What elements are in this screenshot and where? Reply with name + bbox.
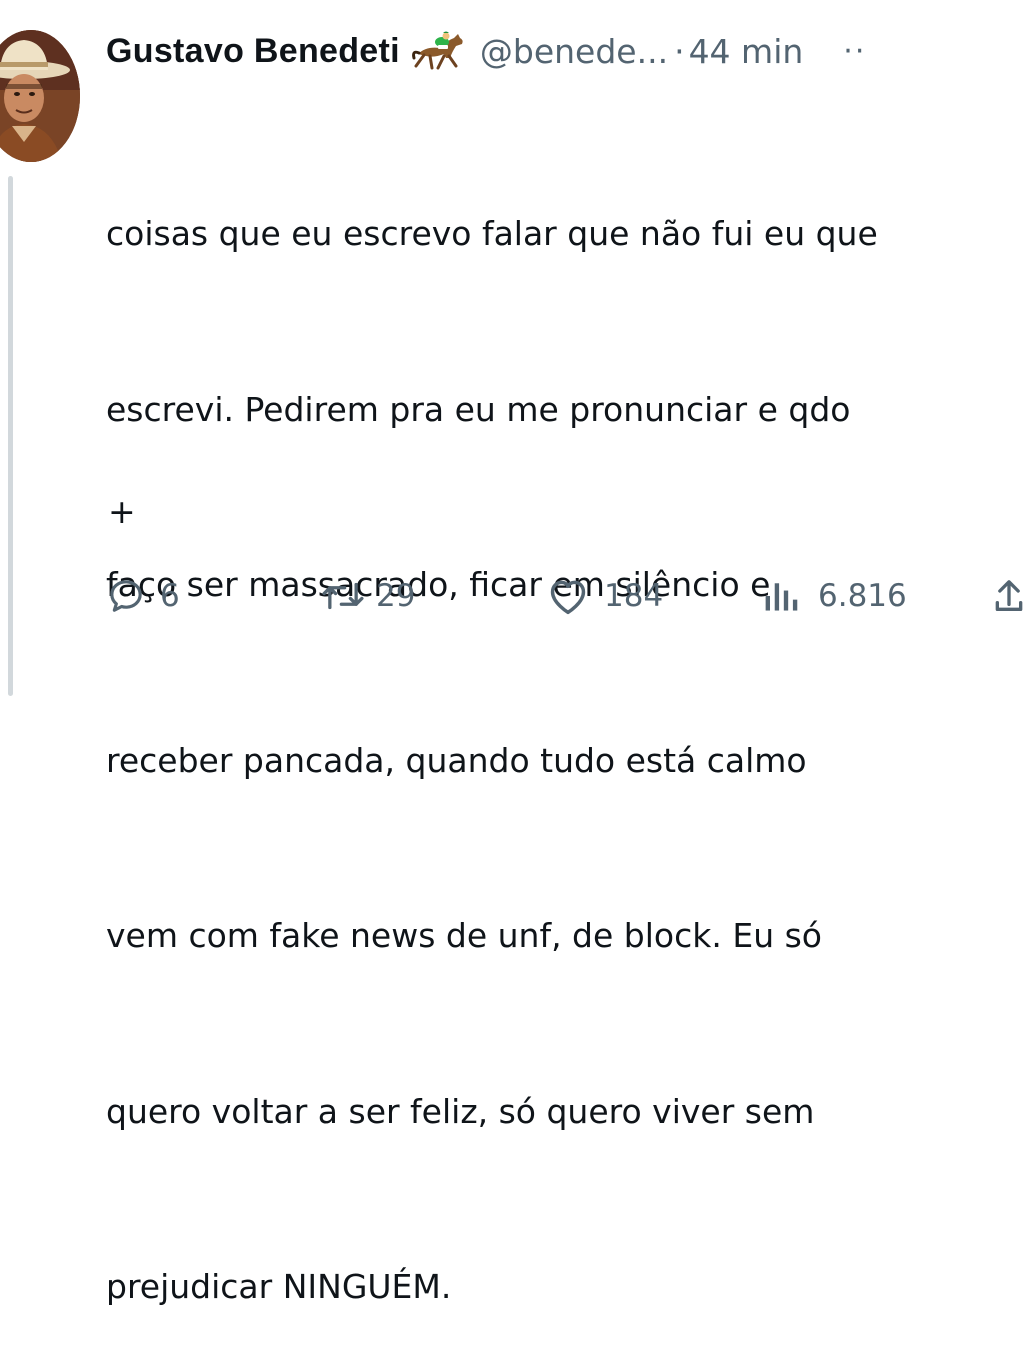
share-icon <box>995 580 1023 611</box>
author-name[interactable]: Gustavo Benedeti <box>106 32 400 71</box>
repost-button[interactable]: 29 <box>320 568 415 624</box>
separator-dot: · <box>674 31 685 71</box>
tweet-text-line: quero voltar a ser feliz, só quero viver… <box>106 1091 815 1131</box>
heart-icon <box>550 580 586 615</box>
reply-count: 6 <box>160 578 180 614</box>
views-count: 6.816 <box>818 578 907 614</box>
avatar[interactable] <box>0 30 80 162</box>
views-chart-icon <box>765 583 798 611</box>
views-button[interactable]: 6.816 <box>760 568 907 624</box>
horse-racing-emoji-icon <box>411 28 466 74</box>
repost-count: 29 <box>376 578 416 614</box>
reply-icon <box>110 580 142 612</box>
tweet-header: Gustavo Benedeti @benede... · 44 min ·· <box>106 26 1024 76</box>
tweet-timestamp[interactable]: 44 min <box>689 32 804 71</box>
tweet-actions-bar: 6 29 184 6.816 <box>0 568 1024 624</box>
tweet-text: coisas que eu escrevo falar que não fui … <box>106 88 1024 1366</box>
author-handle[interactable]: @benede... <box>480 32 668 71</box>
reply-button[interactable]: 6 <box>106 568 180 624</box>
more-options-icon[interactable]: ·· <box>843 34 866 69</box>
repost-icon <box>322 582 364 610</box>
tweet-text-line: vem com fake news de unf, de block. Eu s… <box>106 916 822 955</box>
tweet-text-line: coisas que eu escrevo falar que não fui … <box>106 214 878 253</box>
share-button[interactable] <box>994 568 1024 624</box>
avatar-cowboy-image <box>0 30 80 162</box>
tweet-text-line: receber pancada, quando tudo está calmo <box>106 740 807 780</box>
tweet-text-line: escrevi. Pedirem pra eu me pronunciar e … <box>106 389 851 429</box>
like-count: 184 <box>604 578 664 614</box>
tweet-text-line: prejudicar NINGUÉM. <box>106 1267 452 1306</box>
thread-continuation-marker: + <box>108 492 136 531</box>
like-button[interactable]: 184 <box>546 568 663 624</box>
